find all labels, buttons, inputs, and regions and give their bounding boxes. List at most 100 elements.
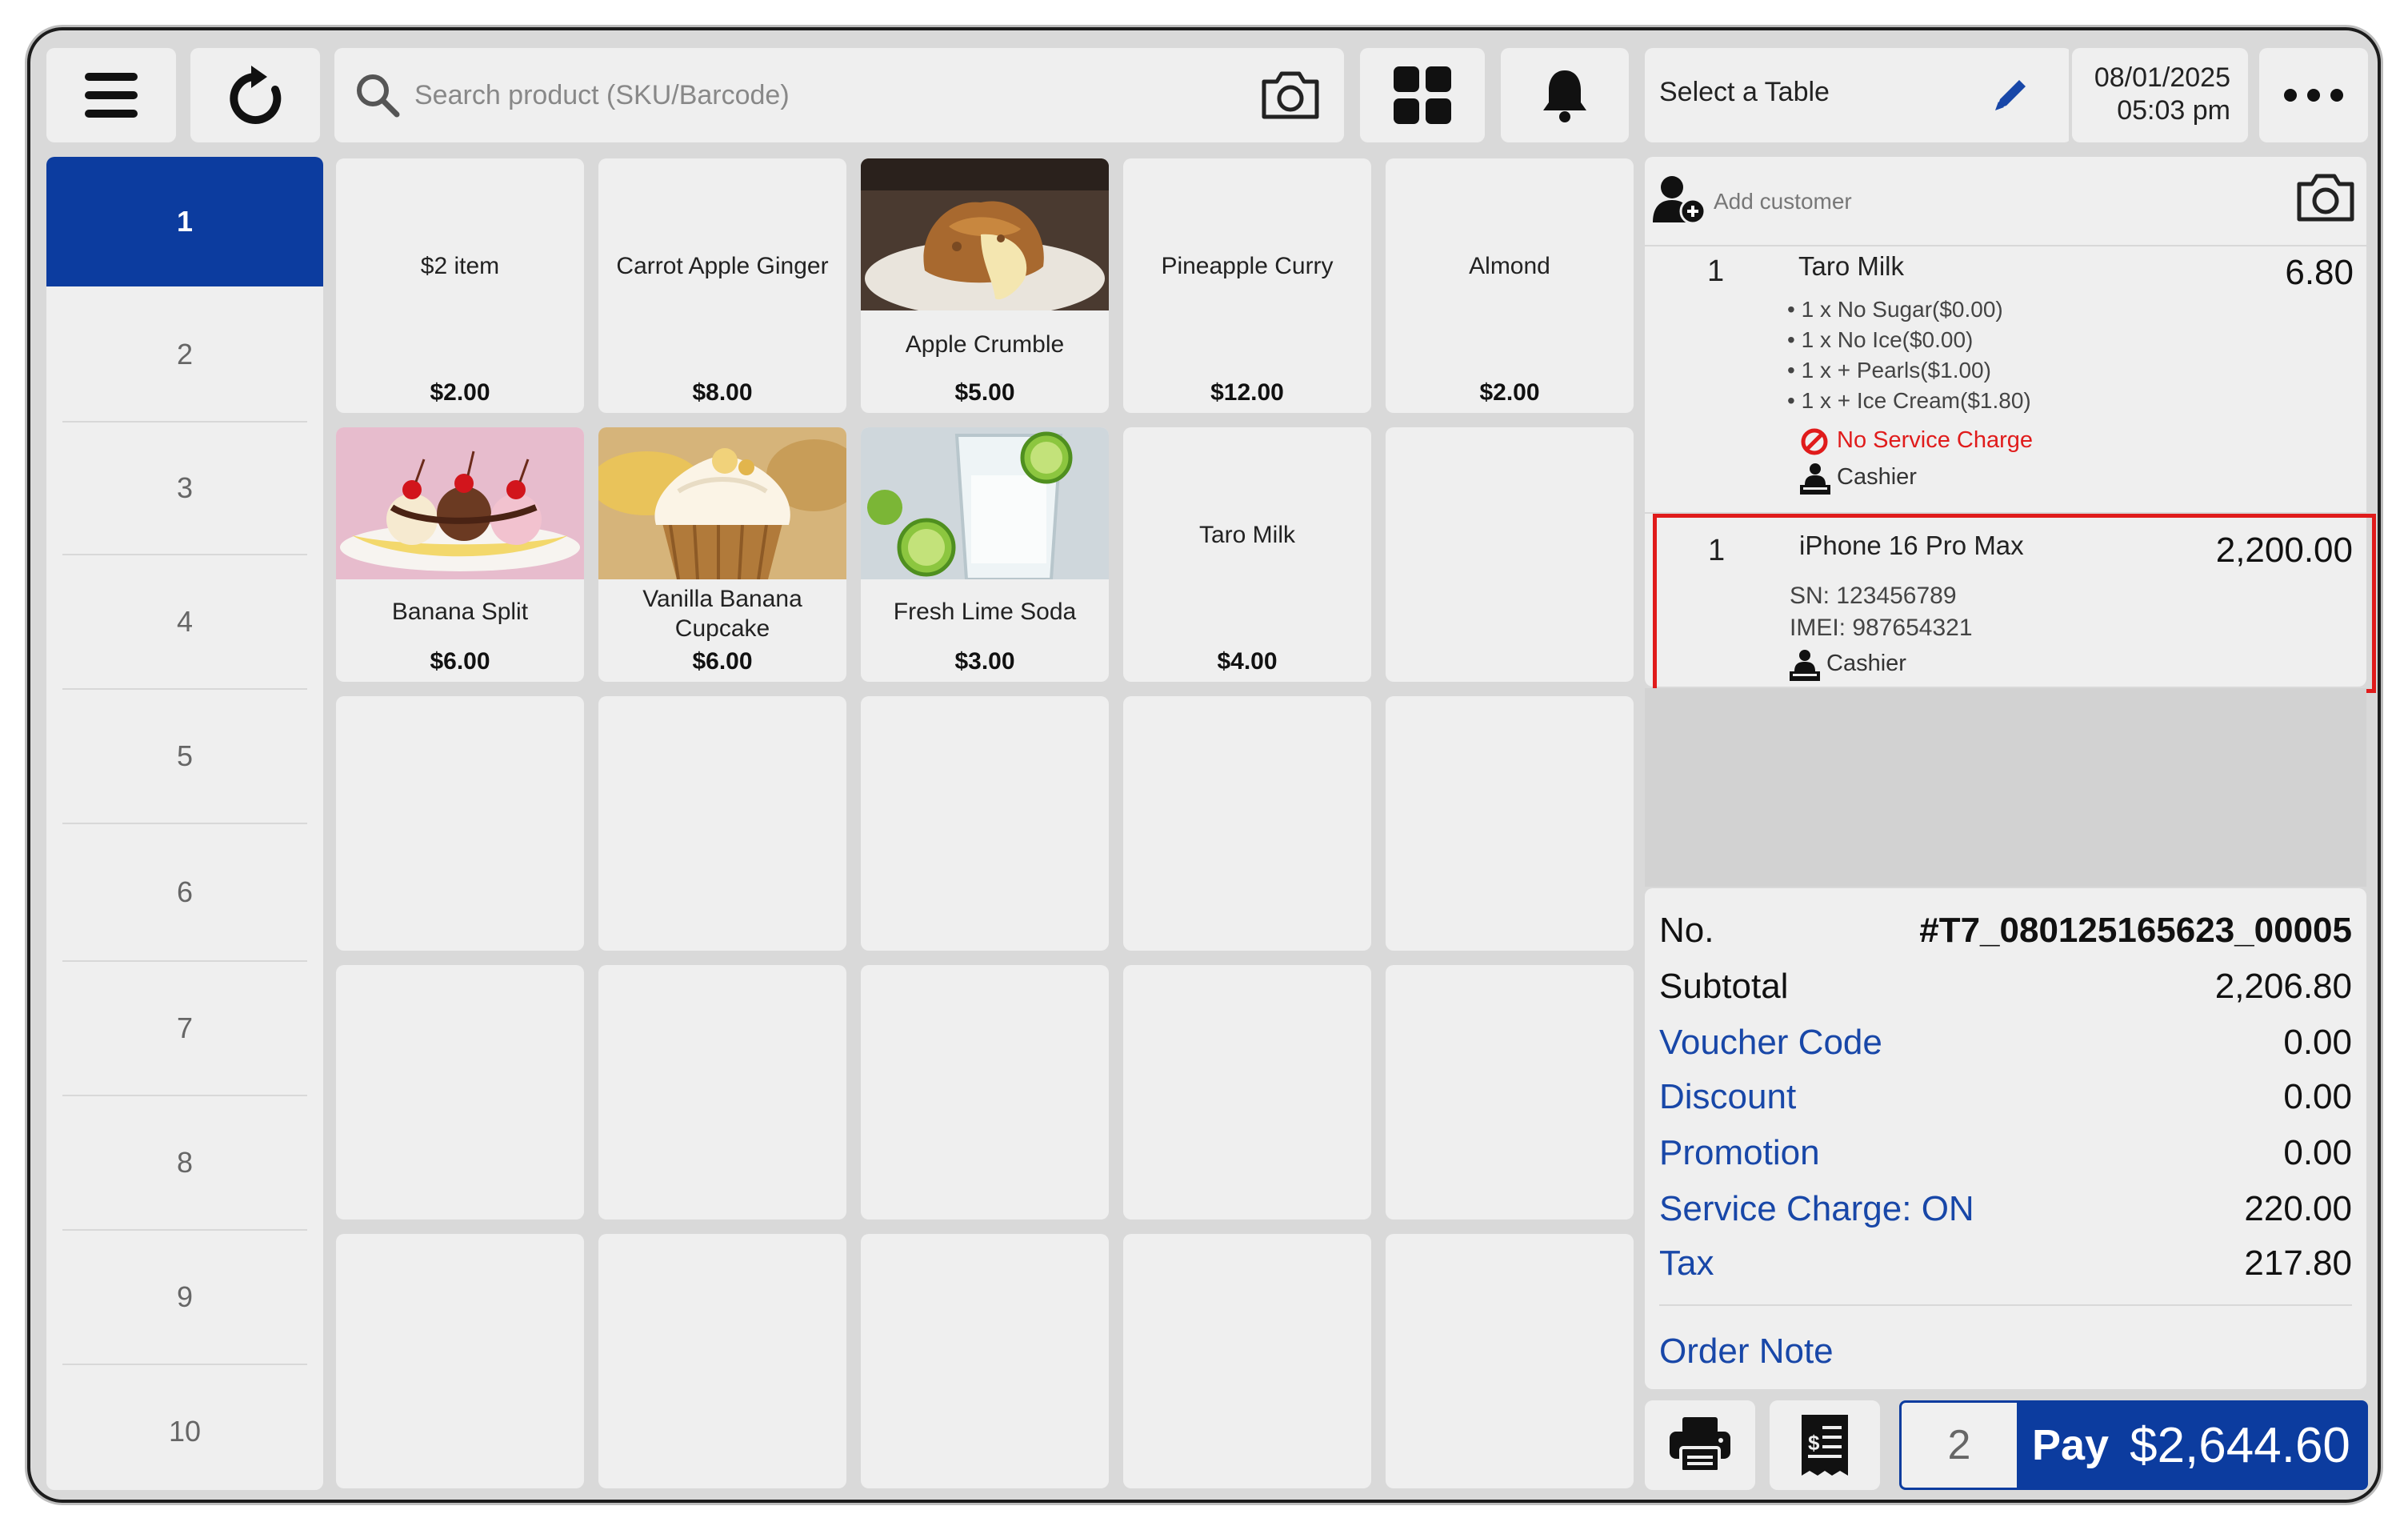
voucher-code-link[interactable]: Voucher Code [1659,1023,1882,1063]
refresh-button[interactable] [190,48,320,142]
service-charge-row[interactable]: Service Charge: ON 220.00 [1659,1189,2352,1229]
empty-product-slot[interactable] [1386,427,1634,682]
apple-crumble-image [861,158,1109,310]
page-tab-10[interactable]: 10 [46,1365,323,1490]
lime-soda-image [861,427,1109,579]
product-price: $12.00 [1210,379,1284,406]
empty-product-slot[interactable] [598,696,846,951]
page-tab-2[interactable]: 2 [46,290,323,419]
promotion-row[interactable]: Promotion 0.00 [1659,1133,2352,1173]
staff-label: Cashier [1826,651,1906,676]
subtotal-value: 2,206.80 [2214,967,2352,1006]
empty-product-slot[interactable] [1386,1234,1634,1488]
empty-product-slot[interactable] [598,965,846,1220]
product-tile[interactable]: Taro Milk $4.00 [1123,427,1371,682]
item-name: Taro Milk [1798,251,1905,281]
print-button[interactable] [1645,1400,1755,1490]
product-tile[interactable]: Carrot Apple Ginger $8.00 [598,158,846,413]
product-name: $2 item [420,253,500,279]
promotion-value: 0.00 [2283,1133,2352,1172]
discount-value: 0.00 [2283,1077,2352,1116]
service-charge-link[interactable]: Service Charge: ON [1659,1189,1974,1229]
promotion-link[interactable]: Promotion [1659,1133,1820,1173]
empty-product-slot[interactable] [336,696,584,951]
product-tile[interactable]: Vanilla Banana Cupcake $6.00 [598,427,846,682]
product-price: $6.00 [430,648,490,675]
order-number-label: No. [1659,911,1714,950]
empty-product-slot[interactable] [1123,696,1371,951]
product-name: Banana Split [391,599,529,625]
order-note-link[interactable]: Order Note [1659,1332,1834,1372]
page-tab-8[interactable]: 8 [46,1096,323,1229]
pax-count-box[interactable]: 2 [1899,1400,2019,1490]
page-tab-6[interactable]: 6 [46,824,323,960]
page-tab-5[interactable]: 5 [46,690,323,823]
product-price: $2.00 [1479,379,1540,406]
discount-link[interactable]: Discount [1659,1077,1796,1117]
modifier-item: • 1 x + Pearls($1.00) [1787,358,1991,382]
empty-product-slot[interactable] [336,1234,584,1488]
search-bar[interactable] [334,48,1344,142]
pax-count: 2 [1947,1422,1971,1468]
cart-item-taro-milk[interactable]: 1 Taro Milk 6.80 • 1 x No Sugar($0.00) •… [1645,246,2366,511]
product-name: Vanilla Banana Cupcake [642,586,802,642]
pay-button[interactable]: Pay $2,644.60 [2018,1400,2368,1490]
camera-scan-icon[interactable] [1259,69,1322,122]
menu-button[interactable] [46,48,176,142]
grid-icon [1394,66,1451,124]
more-options-button[interactable] [2259,48,2368,142]
receipt-icon: $ [1802,1415,1848,1476]
grid-view-button[interactable] [1360,48,1485,142]
product-tile[interactable]: Pineapple Curry $12.00 [1123,158,1371,413]
product-tile[interactable]: Apple Crumble $5.00 [861,158,1109,413]
empty-product-slot[interactable] [1123,965,1371,1220]
discount-row[interactable]: Discount 0.00 [1659,1077,2352,1117]
add-customer-link[interactable]: Add customer [1714,189,1852,214]
service-charge-value: 220.00 [2244,1189,2352,1228]
empty-product-slot[interactable] [598,1234,846,1488]
order-items-panel: Add customer 1 Taro Milk 6.80 • 1 x No S… [1645,157,2376,693]
product-tile[interactable]: $2 item $2.00 [336,158,584,413]
item-price: 2,200.00 [2215,531,2353,570]
product-tile[interactable]: Fresh Lime Soda $3.00 [861,427,1109,682]
cart-item-iphone-16-pro-max[interactable]: 1 iPhone 16 Pro Max 2,200.00 SN: 1234567… [1653,514,2376,693]
camera-icon[interactable] [2294,171,2357,224]
banana-split-image [336,427,584,579]
page-list: 1 2 3 4 5 6 7 8 9 10 [46,157,323,1490]
empty-product-slot[interactable] [861,1234,1109,1488]
more-dots-icon [2284,89,2343,102]
voucher-row[interactable]: Voucher Code 0.00 [1659,1023,2352,1063]
empty-product-slot[interactable] [861,965,1109,1220]
receipt-button[interactable]: $ [1770,1400,1880,1490]
item-qty: 1 [1708,534,1726,567]
table-selector[interactable]: Select a Table [1645,48,2072,142]
page-tab-1[interactable]: 1 [46,157,323,286]
cupcake-image [598,427,846,579]
product-price: $4.00 [1217,648,1278,675]
item-name: iPhone 16 Pro Max [1799,531,2024,560]
notification-button[interactable] [1501,48,1629,142]
empty-product-slot[interactable] [1123,1234,1371,1488]
page-tab-7[interactable]: 7 [46,962,323,1095]
tax-link[interactable]: Tax [1659,1244,1714,1284]
add-customer-icon[interactable] [1653,174,1707,224]
search-input[interactable] [414,48,1259,142]
empty-product-slot[interactable] [861,696,1109,951]
empty-product-slot[interactable] [1386,696,1634,951]
tax-row[interactable]: Tax 217.80 [1659,1244,2352,1284]
time-text: 05:03 pm [2117,95,2230,126]
product-tile[interactable]: Almond $2.00 [1386,158,1634,413]
order-note-row[interactable]: Order Note [1659,1332,2352,1372]
bell-icon [1543,70,1586,122]
serial-number: SN: 123456789 [1790,583,1957,609]
page-tab-4[interactable]: 4 [46,555,323,688]
page-tab-9[interactable]: 9 [46,1231,323,1364]
product-price: $6.00 [692,648,753,675]
product-price: $2.00 [430,379,490,406]
edit-pencil-icon[interactable] [1990,74,2032,115]
product-tile[interactable]: Banana Split $6.00 [336,427,584,682]
empty-product-slot[interactable] [336,965,584,1220]
pay-label: Pay [2032,1421,2110,1469]
empty-product-slot[interactable] [1386,965,1634,1220]
page-tab-3[interactable]: 3 [46,423,323,554]
